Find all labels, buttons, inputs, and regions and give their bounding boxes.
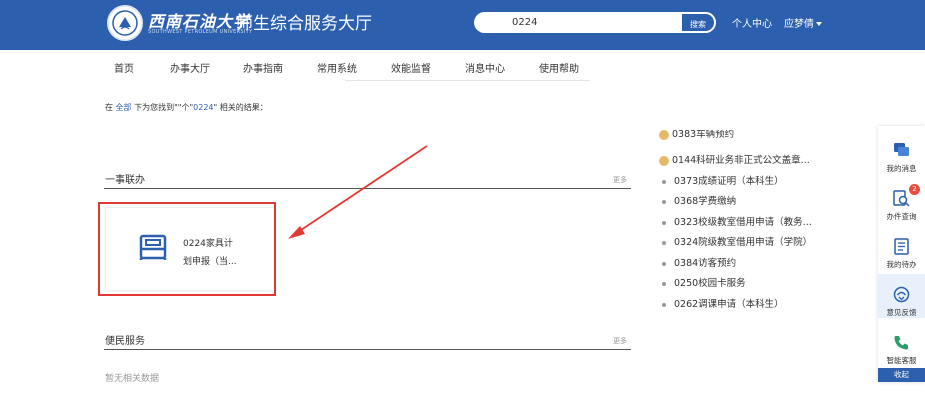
list-item[interactable]: 0383车辆预约 (658, 130, 734, 140)
hot-services-list: 0383车辆预约 0144科研业务非正式公文盖章... 0373成绩证明（本科生… (658, 128, 858, 328)
caret-down-icon (816, 22, 822, 26)
list-item[interactable]: 0144科研业务非正式公文盖章... (658, 152, 810, 166)
floating-sidebar: 我的消息 2 办件查询 我的待办 意见反馈 智能客服 收起 (878, 126, 925, 382)
user-menu[interactable]: 应梦倩 (784, 15, 822, 30)
section-divider (104, 349, 631, 350)
sidebar-item-smart-service[interactable]: 智能客服 (878, 322, 925, 366)
sidebar-collapse-button[interactable]: 收起 (878, 368, 925, 382)
result-suffix: " 相关的结果： (213, 103, 268, 112)
bullet-icon (662, 261, 666, 266)
sidebar-item-messages[interactable]: 我的消息 (878, 130, 925, 174)
todo-icon (894, 238, 909, 255)
university-logo-icon[interactable] (107, 5, 143, 41)
section-title-joint-service: 一事联办 (105, 175, 145, 186)
service-icon (659, 155, 669, 166)
sidebar-item-feedback[interactable]: 意见反馈 (878, 274, 925, 318)
list-item-label: 0323校级教室借用申请（教务... (674, 217, 812, 228)
nav-common-systems[interactable]: 常用系统 (317, 60, 357, 75)
phone-icon (894, 336, 908, 350)
list-item-label: 0250校园卡服务 (674, 278, 746, 289)
feedback-icon (893, 286, 910, 303)
more-link-convenience[interactable]: 更多 (613, 336, 627, 346)
nav-divider (345, 80, 590, 81)
message-icon (894, 143, 909, 156)
main-nav: 首页 办事大厅 办事指南 常用系统 效能监督 消息中心 使用帮助 (0, 50, 925, 84)
search-bar: 搜索 (474, 12, 716, 33)
list-item-label: 0383车辆预约 (672, 130, 735, 140)
site-title: 师生综合服务大厅 (236, 14, 372, 34)
bullet-icon (662, 281, 666, 286)
notification-badge: 2 (909, 184, 920, 195)
annotation-highlight-box (98, 202, 276, 296)
list-item-label: 0384访客预约 (674, 258, 737, 269)
sidebar-label: 我的待办 (886, 260, 917, 269)
sidebar-label: 意见反馈 (886, 308, 917, 317)
section-title-convenience: 便民服务 (105, 336, 145, 347)
service-icon (659, 130, 669, 140)
result-scope-link[interactable]: 全部 (116, 103, 132, 112)
bullet-icon (662, 220, 666, 225)
sidebar-label: 办件查询 (886, 212, 917, 221)
nav-home[interactable]: 首页 (114, 60, 134, 75)
search-input[interactable] (474, 12, 679, 33)
bullet-icon (662, 240, 666, 245)
list-item[interactable]: 0262调课申请（本科生） (658, 296, 784, 310)
sidebar-label: 智能客服 (886, 356, 917, 365)
personal-center-link[interactable]: 个人中心 (732, 15, 772, 30)
sidebar-label: 我的消息 (886, 164, 917, 173)
list-item[interactable]: 0250校园卡服务 (658, 275, 746, 289)
search-button[interactable]: 搜索 (680, 12, 716, 33)
list-item-label: 0324院级教室借用申请（学院） (674, 237, 813, 248)
bullet-icon (662, 179, 666, 184)
list-item[interactable]: 0384访客预约 (658, 255, 736, 269)
result-keyword: 0224 (193, 103, 214, 112)
nav-guide[interactable]: 办事指南 (243, 60, 283, 75)
result-count: "个" (177, 103, 194, 112)
bullet-icon (662, 302, 666, 307)
nav-service-hall[interactable]: 办事大厅 (170, 60, 210, 75)
top-header: 西南石油大学 SOUTHWEST PETROLEUM UNIVERSITY 师生… (0, 0, 925, 50)
nav-efficiency[interactable]: 效能监督 (391, 60, 431, 75)
empty-state-text: 暂无相关数据 (105, 374, 160, 384)
list-item-label: 0262调课申请（本科生） (674, 299, 784, 310)
list-item-label: 0368学费缴纳 (674, 196, 737, 207)
sidebar-item-case-query[interactable]: 2 办件查询 (878, 178, 925, 222)
result-prefix: 在 (105, 103, 113, 112)
list-item-label: 0144科研业务非正式公文盖章... (672, 155, 810, 166)
nav-message-center[interactable]: 消息中心 (465, 60, 505, 75)
list-item[interactable]: 0323校级教室借用申请（教务... (658, 214, 812, 228)
user-name: 应梦倩 (784, 19, 814, 30)
more-link-joint-service[interactable]: 更多 (613, 175, 627, 185)
list-item[interactable]: 0368学费缴纳 (658, 193, 736, 207)
result-middle: 下为您找到" (134, 103, 178, 112)
list-item[interactable]: 0324院级教室借用申请（学院） (658, 234, 812, 248)
list-item-label: 0373成绩证明（本科生） (674, 176, 784, 187)
section-divider (104, 188, 631, 189)
nav-help[interactable]: 使用帮助 (539, 60, 579, 75)
list-item[interactable]: 0373成绩证明（本科生） (658, 173, 784, 187)
sidebar-item-todo[interactable]: 我的待办 (878, 226, 925, 270)
search-result-summary: 在 全部 下为您找到""个"0224" 相关的结果： (105, 102, 268, 113)
search-doc-icon (893, 190, 910, 207)
bullet-icon (662, 199, 666, 204)
